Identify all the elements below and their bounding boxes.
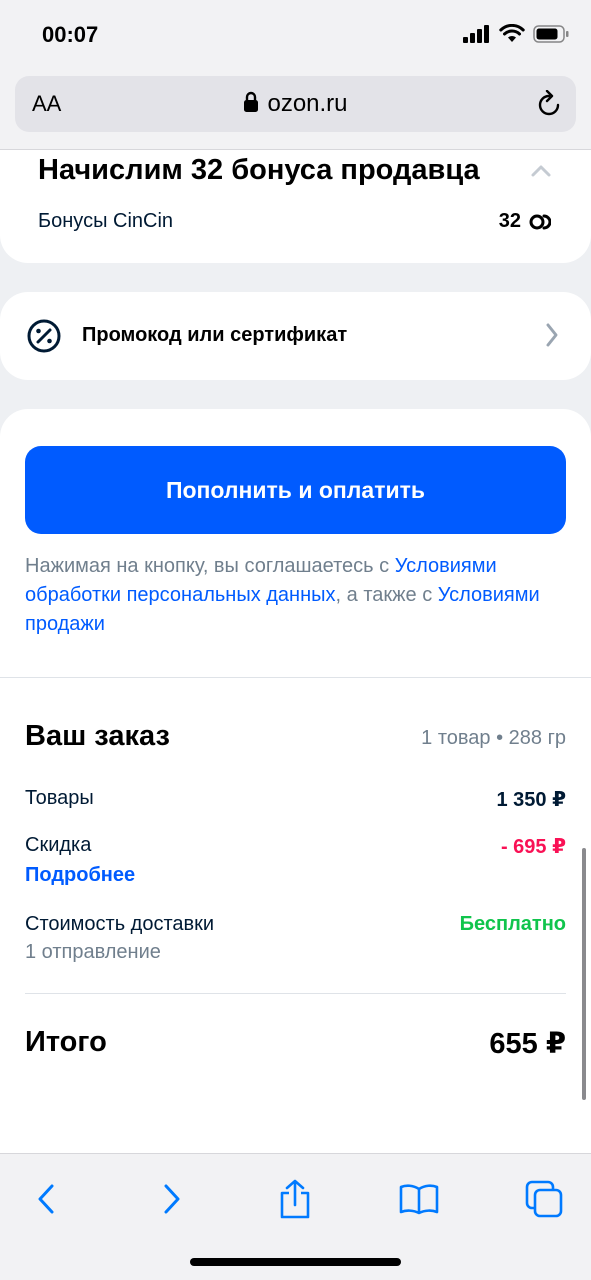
bonus-coin-icon: [529, 214, 551, 229]
delivery-cost-label: Стоимость доставки: [25, 913, 215, 935]
bonus-amount: 32: [499, 210, 551, 233]
browser-address-area: AA ozon.ru: [0, 70, 591, 150]
discount-value: - 695 ₽: [500, 836, 566, 858]
url-display[interactable]: ozon.ru: [15, 90, 576, 118]
status-icons: [463, 24, 569, 43]
shipments-count: 1 отправление: [25, 941, 161, 963]
order-meta: 1 товар • 288 гр: [421, 727, 566, 749]
discount-details-link[interactable]: Подробнее: [25, 864, 135, 887]
bookmarks-button[interactable]: [394, 1174, 444, 1224]
discount-label: Скидка: [25, 834, 92, 856]
bonus-amount-value: 32: [498, 210, 521, 232]
tabs-icon: [525, 1180, 563, 1218]
share-icon: [280, 1179, 310, 1219]
promo-code-label: Промокод или сертификат: [82, 324, 348, 346]
total-divider: [25, 993, 566, 994]
scrollbar[interactable]: [582, 848, 586, 1100]
forward-button[interactable]: [147, 1174, 197, 1224]
bonus-program-label: Бонусы CinCin: [38, 210, 174, 232]
book-icon: [399, 1184, 439, 1215]
address-bar[interactable]: AA ozon.ru: [15, 76, 576, 132]
status-time: 00:07: [42, 22, 99, 47]
terms-text: Нажимая на кнопку, вы соглашаетесь с Усл…: [25, 552, 565, 639]
wifi-icon: [499, 24, 525, 42]
page-bottom-space: [0, 1103, 591, 1153]
total-value: 655 ₽: [489, 1028, 566, 1060]
reload-icon[interactable]: [536, 90, 562, 118]
order-title: Ваш заказ: [25, 720, 170, 752]
terms-middle: , а также с: [335, 584, 438, 606]
back-button[interactable]: [21, 1174, 71, 1224]
bonus-title: Начислим 32 бонуса продавца: [38, 154, 480, 186]
tabs-button[interactable]: [519, 1174, 569, 1224]
total-label: Итого: [25, 1026, 107, 1058]
goods-label: Товары: [25, 787, 94, 809]
terms-prefix: Нажимая на кнопку, вы соглашаетесь с: [25, 555, 395, 577]
chevron-right-icon: [546, 323, 558, 347]
checkout-card: Пополнить и оплатить Нажимая на кнопку, …: [0, 409, 591, 1103]
chevron-up-icon[interactable]: [530, 164, 552, 178]
pay-button[interactable]: Пополнить и оплатить: [25, 446, 566, 534]
chevron-right-icon: [164, 1184, 180, 1214]
url-text: ozon.ru: [267, 90, 348, 117]
lock-icon: [244, 91, 259, 112]
delivery-cost-value: Бесплатно: [459, 913, 566, 935]
cellular-signal-icon: [463, 24, 489, 43]
page-content: Начислим 32 бонуса продавца Бонусы CinCi…: [0, 150, 591, 1103]
discount-percent-icon: [27, 319, 61, 353]
promo-code-row[interactable]: Промокод или сертификат: [0, 292, 591, 380]
share-button[interactable]: [270, 1174, 320, 1224]
seller-bonus-card: Начислим 32 бонуса продавца Бонусы CinCi…: [0, 150, 591, 263]
home-indicator: [190, 1258, 401, 1266]
section-divider: [0, 677, 591, 678]
goods-value: 1 350 ₽: [496, 789, 566, 811]
battery-icon: [533, 24, 569, 43]
chevron-left-icon: [38, 1184, 54, 1214]
status-bar: 00:07: [0, 0, 591, 70]
